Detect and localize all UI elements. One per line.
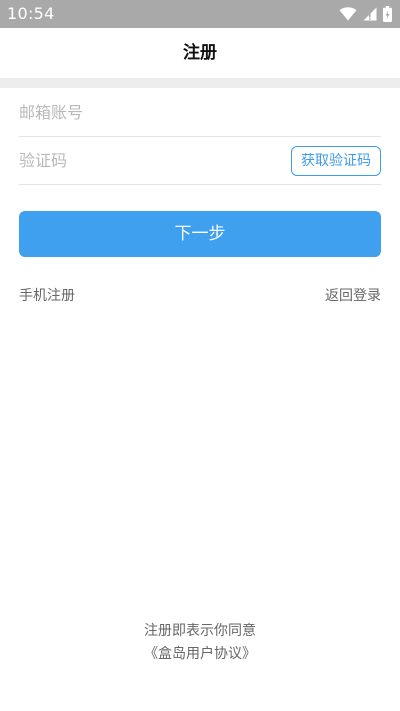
phone-register-link[interactable]: 手机注册 — [19, 286, 75, 306]
page-title: 注册 — [183, 43, 217, 63]
get-code-button[interactable]: 获取验证码 — [291, 146, 381, 176]
wifi-icon — [339, 7, 357, 21]
verification-code-input[interactable] — [19, 137, 279, 184]
email-input[interactable] — [19, 88, 381, 136]
status-icons — [339, 5, 392, 23]
next-button[interactable]: 下一步 — [19, 211, 381, 257]
battery-icon — [383, 6, 392, 22]
back-to-login-link[interactable]: 返回登录 — [325, 286, 381, 306]
status-time: 10:54 — [7, 4, 55, 23]
email-field-row — [19, 88, 381, 137]
status-bar: 10:54 — [0, 0, 400, 28]
user-agreement-link[interactable]: 《盒岛用户协议》 — [0, 644, 400, 664]
signal-icon — [363, 7, 377, 21]
title-bar: 注册 — [0, 28, 400, 78]
agreement-notice: 注册即表示你同意 — [144, 623, 256, 639]
code-field-row: 获取验证码 — [19, 137, 381, 185]
header-divider — [0, 78, 400, 88]
